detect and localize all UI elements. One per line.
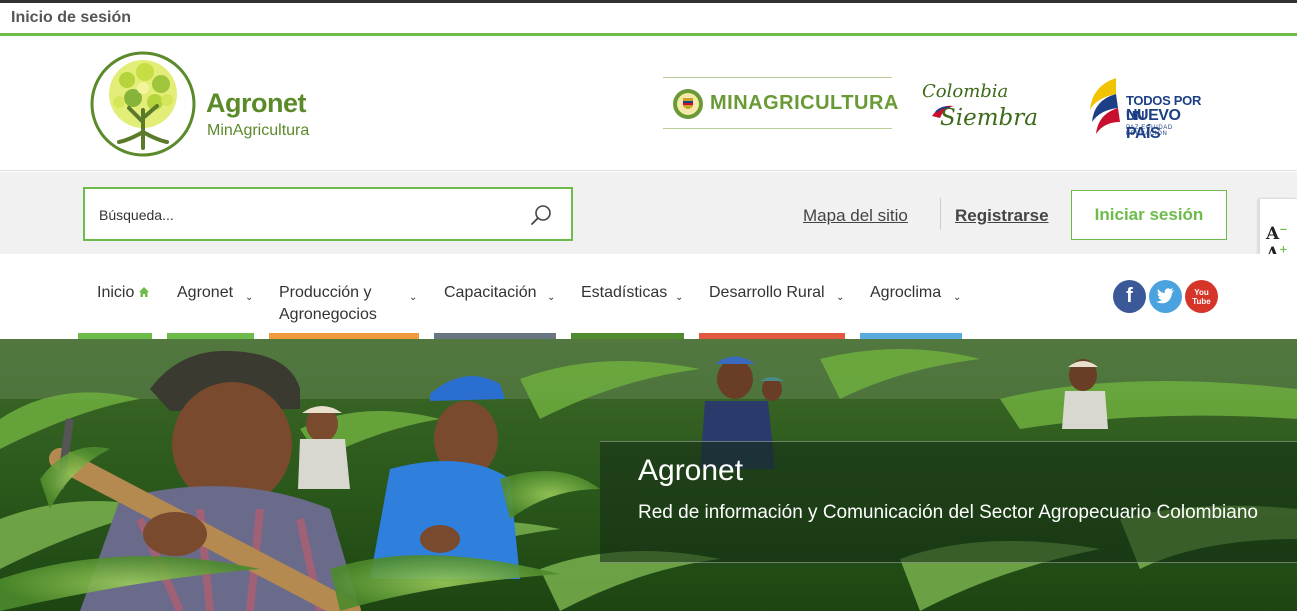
sitemap-link[interactable]: Mapa del sitio xyxy=(803,206,908,226)
siembra-line1: Colombia xyxy=(922,81,1009,102)
chevron-down-icon: ⌄ xyxy=(245,292,254,303)
nav-label-produccion-2: Agronegocios xyxy=(279,306,377,323)
youtube-glyph: You Tube xyxy=(1192,288,1211,306)
main-nav: Inicio Agronet ⌄ Producción y Agronegoci… xyxy=(0,254,1297,340)
search-input[interactable] xyxy=(99,203,519,227)
home-icon xyxy=(139,287,150,297)
nav-label-agronet: Agronet xyxy=(177,284,234,301)
site-header: Agronet MinAgricultura MINAGRICULTURA Co… xyxy=(0,36,1297,171)
search-band: Mapa del sitio Registrarse Iniciar sesió… xyxy=(0,172,1297,254)
chevron-down-icon: ⌄ xyxy=(836,292,845,303)
facebook-glyph: f xyxy=(1126,285,1133,307)
nav-item-desarrollo-rural[interactable]: Desarrollo Rural ⌄ xyxy=(699,254,845,340)
nav-item-produccion[interactable]: Producción y Agronegocios ⌄ xyxy=(269,254,419,340)
font-decrease-button[interactable]: A− xyxy=(1266,224,1288,244)
nav-item-capacitacion[interactable]: Capacitación ⌄ xyxy=(434,254,556,340)
siembra-line2: Siembra xyxy=(940,105,1038,131)
nav-item-inicio[interactable]: Inicio xyxy=(78,254,152,340)
minagricultura-logo[interactable]: MINAGRICULTURA xyxy=(663,77,898,129)
font-decrease-label: A xyxy=(1266,224,1280,244)
nav-label-estadisticas: Estadísticas xyxy=(581,284,668,301)
nav-label-produccion-1: Producción y xyxy=(279,284,372,301)
top-login-link[interactable]: Inicio de sesión xyxy=(11,9,131,27)
minus-icon: − xyxy=(1279,224,1288,236)
chevron-down-icon: ⌄ xyxy=(675,292,684,303)
hero-text: Red de información y Comunicación del Se… xyxy=(638,502,1258,523)
search-box xyxy=(83,187,573,241)
chevron-down-icon: ⌄ xyxy=(547,292,556,303)
nav-item-agronet[interactable]: Agronet ⌄ xyxy=(167,254,254,340)
chevron-down-icon: ⌄ xyxy=(409,292,418,303)
coat-of-arms-icon xyxy=(673,89,703,119)
hero-banner: Agronet Red de información y Comunicació… xyxy=(0,339,1297,611)
page: Inicio de sesión Agronet MinAgricultura xyxy=(0,0,1297,611)
brand-name: Agronet xyxy=(206,88,307,118)
agronet-tree-logo[interactable] xyxy=(89,50,197,158)
minagricultura-text: MINAGRICULTURA xyxy=(710,92,899,114)
todos-por-un-nuevo-pais-logo[interactable]: TODOS POR UN NUEVO PAÍS PAZ EQUIDAD EDUC… xyxy=(1086,76,1216,142)
register-link[interactable]: Registrarse xyxy=(955,206,1049,226)
top-bar: Inicio de sesión xyxy=(0,0,1297,36)
search-icon[interactable] xyxy=(529,203,553,227)
youtube-icon[interactable]: You Tube xyxy=(1185,280,1218,313)
nav-item-agroclima[interactable]: Agroclima ⌄ xyxy=(860,254,962,340)
hero-title: Agronet xyxy=(638,454,744,487)
divider xyxy=(940,198,941,230)
colombia-siembra-logo[interactable]: Colombia Siembra xyxy=(922,74,1050,136)
hero-caption: Agronet Red de información y Comunicació… xyxy=(600,441,1297,563)
chevron-down-icon: ⌄ xyxy=(953,292,962,303)
brand-subtitle: MinAgricultura xyxy=(207,122,310,139)
twitter-icon[interactable] xyxy=(1149,280,1182,313)
nav-label-capacitacion: Capacitación xyxy=(444,284,537,301)
twitter-bird-icon xyxy=(1156,288,1174,304)
nav-label-agroclima: Agroclima xyxy=(870,284,942,301)
nav-item-estadisticas[interactable]: Estadísticas ⌄ xyxy=(571,254,684,340)
flag-swoosh-icon xyxy=(1090,78,1120,134)
nav-label-inicio: Inicio xyxy=(97,284,135,301)
todos-line3: PAZ EQUIDAD EDUCACIÓN xyxy=(1126,125,1173,137)
login-button[interactable]: Iniciar sesión xyxy=(1071,190,1227,240)
nav-label-desarrollo-rural: Desarrollo Rural xyxy=(709,284,825,301)
facebook-icon[interactable]: f xyxy=(1113,280,1146,313)
